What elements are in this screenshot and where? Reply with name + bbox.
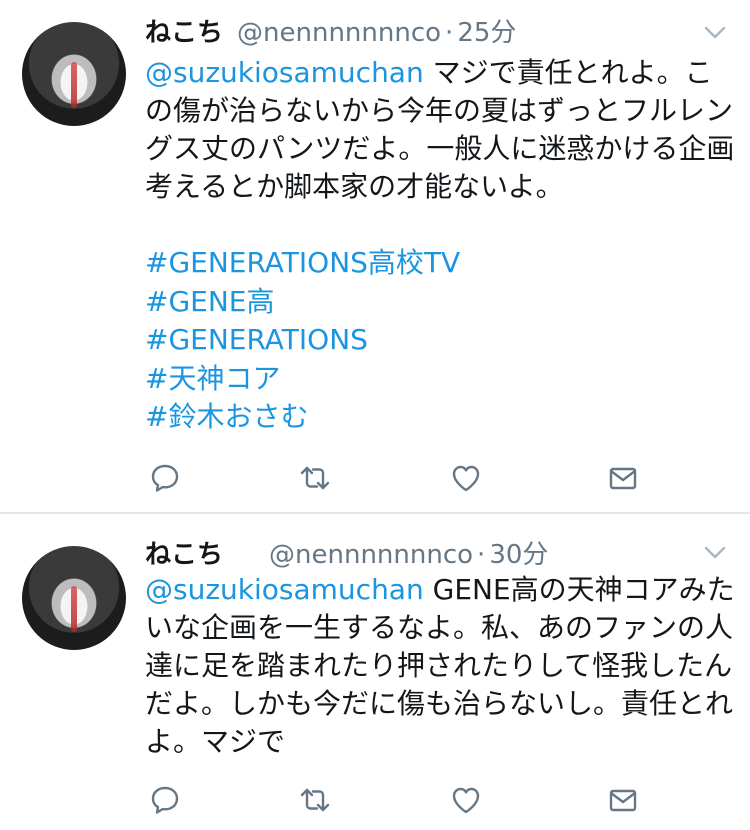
- tweet-text: @suzukiosamuchan マジで責任とれよ。この傷が治らないから今年の夏…: [145, 54, 735, 206]
- tweet[interactable]: ねこち @nennnnnnnco · 30分 @suzukiosamuchan …: [0, 514, 750, 830]
- envelope-icon: [609, 467, 637, 490]
- tweet-actions: [145, 780, 645, 820]
- hashtag-link[interactable]: #GENERATIONS高校TV: [145, 244, 460, 283]
- tweet-header: ねこち @nennnnnnnco · 30分: [145, 534, 548, 571]
- chevron-down-icon[interactable]: [700, 538, 730, 568]
- mention-link[interactable]: @suzukiosamuchan: [145, 56, 424, 89]
- mention-link[interactable]: @suzukiosamuchan: [145, 573, 424, 606]
- reply-button[interactable]: [145, 458, 185, 498]
- like-button[interactable]: [446, 780, 486, 820]
- envelope-icon: [609, 789, 637, 812]
- display-name[interactable]: ねこち: [145, 534, 223, 571]
- like-button[interactable]: [446, 458, 486, 498]
- retweet-icon: [300, 788, 330, 812]
- tweet-actions: [145, 458, 645, 498]
- tweet-text: @suzukiosamuchan GENE高の天神コアみたいな企画を一生するなよ…: [145, 571, 735, 761]
- retweet-button[interactable]: [295, 780, 335, 820]
- retweet-icon: [300, 466, 330, 490]
- hashtag-link[interactable]: #天神コア: [145, 360, 460, 399]
- hashtag-link[interactable]: #GENE高: [145, 283, 460, 322]
- separator: ·: [477, 540, 486, 570]
- reply-button[interactable]: [145, 780, 185, 820]
- user-handle[interactable]: @nennnnnnnco: [269, 540, 473, 570]
- hashtag-link[interactable]: #GENERATIONS: [145, 321, 460, 360]
- hashtag-link[interactable]: #鈴木おさむ: [145, 398, 460, 437]
- avatar[interactable]: [22, 22, 126, 126]
- direct-message-button[interactable]: [603, 458, 643, 498]
- tweet-header: ねこち @nennnnnnnco · 25分: [145, 12, 516, 49]
- avatar[interactable]: [22, 546, 126, 650]
- heart-icon: [452, 787, 480, 814]
- reply-icon: [151, 786, 179, 814]
- direct-message-button[interactable]: [603, 780, 643, 820]
- timestamp[interactable]: 25分: [457, 12, 516, 49]
- user-handle[interactable]: @nennnnnnnco: [237, 18, 441, 48]
- timestamp[interactable]: 30分: [489, 534, 548, 571]
- heart-icon: [452, 465, 480, 492]
- tweet[interactable]: ねこち @nennnnnnnco · 25分 @suzukiosamuchan …: [0, 0, 750, 512]
- hashtag-list: #GENERATIONS高校TV #GENE高 #GENERATIONS #天神…: [145, 244, 460, 437]
- retweet-button[interactable]: [295, 458, 335, 498]
- chevron-down-icon[interactable]: [700, 18, 730, 48]
- separator: ·: [445, 18, 454, 48]
- reply-icon: [151, 464, 179, 492]
- display-name[interactable]: ねこち: [145, 12, 223, 49]
